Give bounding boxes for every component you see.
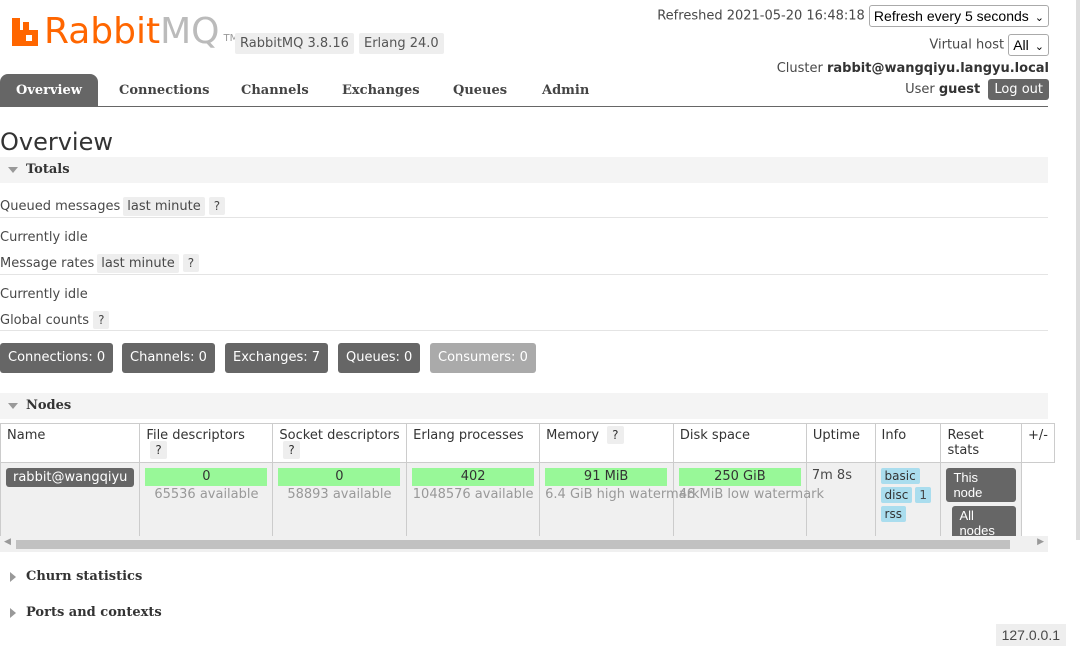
tab-overview[interactable]: Overview bbox=[0, 74, 98, 107]
col-header-uptime: Uptime bbox=[805, 423, 876, 463]
global-counts-row: Global counts? bbox=[0, 311, 110, 329]
chevron-down-icon: ⌄ bbox=[1034, 41, 1044, 53]
queued-status: Currently idle bbox=[0, 230, 88, 245]
logo-text-rabbit: Rabbit bbox=[44, 11, 161, 52]
file-descriptors-available: 65536 available bbox=[154, 487, 259, 502]
col-header-disk-space: Disk space bbox=[672, 423, 807, 463]
table-header-row: Name File descriptors ? Socket descripto… bbox=[0, 423, 1055, 463]
totals-heading: Totals bbox=[26, 162, 70, 177]
nodes-heading: Nodes bbox=[26, 398, 72, 413]
expand-triangle-icon bbox=[10, 571, 16, 582]
col-header-reset-stats: Reset stats bbox=[940, 423, 1022, 463]
queues-count-button[interactable]: Queues: 0 bbox=[338, 343, 421, 373]
col-header-socket-descriptors: Socket descriptors ? bbox=[272, 423, 408, 463]
divider bbox=[0, 330, 1048, 331]
queued-range-selector[interactable]: last minute bbox=[123, 197, 205, 216]
connections-count-button[interactable]: Connections: 0 bbox=[0, 343, 114, 373]
rabbitmq-version-badge: RabbitMQ 3.8.16 bbox=[235, 33, 354, 54]
tab-channels[interactable]: Channels bbox=[241, 74, 309, 107]
refresh-interval-select[interactable]: Refresh every 5 seconds ⌄ bbox=[868, 5, 1049, 27]
collapse-triangle-icon bbox=[8, 402, 18, 409]
help-button[interactable]: ? bbox=[150, 441, 167, 459]
vhost-select[interactable]: All ⌄ bbox=[1008, 34, 1049, 56]
rabbitmq-logo: Rabbit MQ TM bbox=[12, 14, 238, 50]
global-help-button[interactable]: ? bbox=[93, 311, 110, 329]
queued-messages-label: Queued messages bbox=[0, 199, 121, 214]
page-title: Overview bbox=[0, 128, 113, 156]
exchanges-count-button[interactable]: Exchanges: 7 bbox=[225, 343, 329, 373]
rates-status: Currently idle bbox=[0, 287, 88, 302]
node-name-link[interactable]: rabbit@wangqiyu bbox=[6, 468, 135, 487]
col-header-memory: Memory ? bbox=[539, 423, 674, 463]
refreshed-timestamp: Refreshed 2021-05-20 16:48:18 bbox=[657, 8, 865, 24]
global-counts-label: Global counts bbox=[0, 313, 90, 328]
col-header-info: Info bbox=[874, 423, 942, 463]
logo-text-mq: MQ bbox=[160, 11, 220, 52]
message-rates-label: Message rates bbox=[0, 256, 95, 271]
reset-all-nodes-button[interactable]: All nodes bbox=[952, 506, 1016, 540]
col-header-file-descriptors: File descriptors ? bbox=[139, 423, 274, 463]
vhost-label: Virtual host bbox=[929, 37, 1005, 53]
file-descriptors-bar: 0 bbox=[145, 468, 268, 486]
divider bbox=[0, 217, 1048, 218]
socket-descriptors-bar: 0 bbox=[278, 468, 401, 486]
message-rates-row: Message rates last minute? bbox=[0, 254, 200, 273]
socket-descriptors-available: 58893 available bbox=[287, 487, 392, 502]
horizontal-scrollbar[interactable]: ◀ ▶ bbox=[0, 536, 1048, 552]
disk-space-bar: 250 GiB bbox=[678, 468, 801, 486]
scrollbar-thumb[interactable] bbox=[16, 540, 1010, 549]
memory-watermark: 6.4 GiB high watermark bbox=[545, 487, 700, 502]
info-rss-badge: rss bbox=[880, 506, 906, 522]
tab-connections[interactable]: Connections bbox=[119, 74, 210, 107]
column-toggle-button[interactable]: +/- bbox=[1021, 423, 1055, 463]
queued-help-button[interactable]: ? bbox=[208, 197, 226, 215]
erlang-processes-available: 1048576 available bbox=[412, 487, 534, 502]
nodes-section-toggle[interactable]: Nodes bbox=[0, 393, 1048, 419]
info-basic-badge: basic bbox=[880, 468, 920, 484]
rabbit-logo-icon bbox=[12, 18, 38, 46]
consumers-count-button[interactable]: Consumers: 0 bbox=[430, 343, 536, 373]
ports-and-contexts-toggle[interactable]: Ports and contexts bbox=[10, 605, 162, 620]
rates-help-button[interactable]: ? bbox=[182, 254, 200, 272]
divider bbox=[0, 274, 1048, 275]
rates-range-selector[interactable]: last minute bbox=[97, 254, 179, 273]
scroll-left-arrow-icon[interactable]: ◀ bbox=[4, 537, 11, 547]
col-header-name[interactable]: Name bbox=[0, 423, 141, 463]
memory-bar: 91 MiB bbox=[545, 468, 668, 486]
disk-watermark: 48 MiB low watermark bbox=[678, 487, 825, 502]
help-button[interactable]: ? bbox=[283, 441, 300, 459]
reset-this-node-button[interactable]: This node bbox=[946, 468, 1016, 502]
churn-statistics-toggle[interactable]: Churn statistics bbox=[10, 569, 142, 584]
refresh-row: Refreshed 2021-05-20 16:48:18 Refresh ev… bbox=[657, 5, 1049, 27]
status-ip-badge: 127.0.0.1 bbox=[995, 624, 1066, 646]
vertical-scrollbar[interactable] bbox=[1076, 0, 1080, 540]
main-nav: Overview Connections Channels Exchanges … bbox=[0, 74, 1048, 107]
collapse-triangle-icon bbox=[8, 166, 18, 173]
expand-triangle-icon bbox=[10, 607, 16, 618]
totals-section-toggle[interactable]: Totals bbox=[0, 157, 1048, 183]
tab-exchanges[interactable]: Exchanges bbox=[342, 74, 420, 107]
erlang-version-badge: Erlang 24.0 bbox=[359, 33, 444, 54]
scroll-right-arrow-icon[interactable]: ▶ bbox=[1037, 537, 1044, 547]
info-disc-count: 1 bbox=[915, 487, 931, 503]
tab-queues[interactable]: Queues bbox=[453, 74, 507, 107]
chevron-down-icon: ⌄ bbox=[1034, 12, 1044, 24]
info-disc-badge: disc bbox=[880, 487, 913, 503]
tab-admin[interactable]: Admin bbox=[542, 74, 589, 107]
col-header-erlang-processes: Erlang processes bbox=[406, 423, 541, 463]
erlang-processes-bar: 402 bbox=[412, 468, 535, 486]
nodes-table: Name File descriptors ? Socket descripto… bbox=[0, 423, 1055, 550]
queued-messages-row: Queued messages last minute? bbox=[0, 197, 226, 216]
vhost-row: Virtual host All ⌄ bbox=[929, 34, 1049, 56]
help-button[interactable]: ? bbox=[607, 426, 624, 444]
channels-count-button[interactable]: Channels: 0 bbox=[122, 343, 215, 373]
